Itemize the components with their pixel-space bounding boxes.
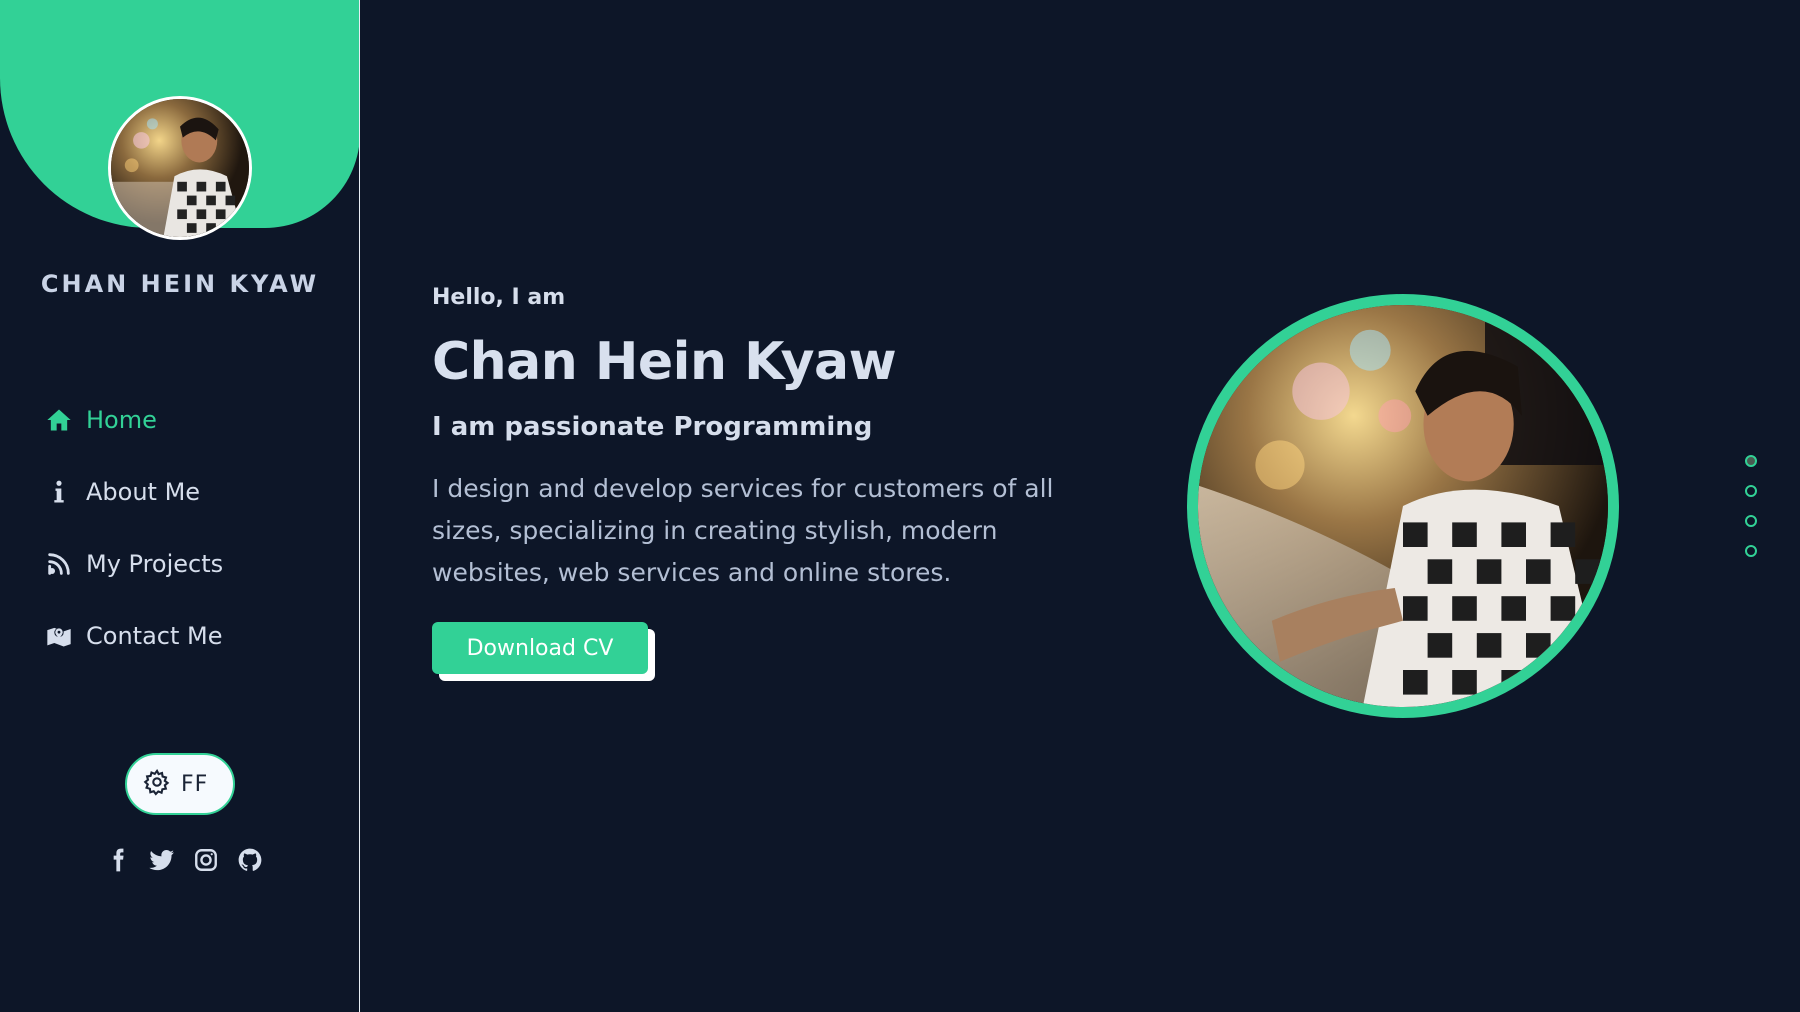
social-links bbox=[104, 846, 264, 874]
sidebar: CHAN HEIN KYAW Home About Me My Projects… bbox=[0, 0, 360, 1012]
download-cv-wrapper: Download CV bbox=[432, 622, 662, 684]
gear-icon bbox=[143, 768, 171, 800]
nav-item-label: My Projects bbox=[86, 550, 224, 578]
download-cv-button[interactable]: Download CV bbox=[432, 622, 648, 674]
main-nav: Home About Me My Projects Contact Me bbox=[44, 384, 334, 672]
info-icon bbox=[44, 477, 74, 507]
blog-icon bbox=[44, 549, 74, 579]
facebook-icon[interactable] bbox=[104, 846, 132, 874]
hero-photo bbox=[1187, 294, 1619, 718]
github-icon[interactable] bbox=[236, 846, 264, 874]
theme-toggle-label: FF bbox=[181, 771, 209, 797]
nav-item-label: Contact Me bbox=[86, 622, 223, 650]
avatar bbox=[108, 96, 252, 240]
theme-toggle[interactable]: FF bbox=[125, 753, 235, 815]
hero-description: I design and develop services for custom… bbox=[432, 474, 1054, 587]
instagram-icon[interactable] bbox=[192, 846, 220, 874]
nav-item-label: Home bbox=[86, 406, 157, 434]
home-icon bbox=[44, 405, 74, 435]
section-pagination bbox=[1745, 455, 1757, 557]
map-icon bbox=[44, 621, 74, 651]
hero-section: Hello, I am Chan Hein Kyaw I am passiona… bbox=[432, 285, 1112, 684]
nav-item-contact[interactable]: Contact Me bbox=[44, 600, 334, 672]
twitter-icon[interactable] bbox=[148, 846, 176, 874]
greeting-text: Hello, I am bbox=[432, 285, 566, 310]
tagline: I am passionate Programming bbox=[432, 412, 873, 442]
nav-item-about[interactable]: About Me bbox=[44, 456, 334, 528]
nav-item-label: About Me bbox=[86, 478, 201, 506]
pagination-dot-2[interactable] bbox=[1745, 485, 1757, 497]
nav-item-projects[interactable]: My Projects bbox=[44, 528, 334, 600]
nav-item-home[interactable]: Home bbox=[44, 384, 334, 456]
site-owner-name: CHAN HEIN KYAW bbox=[40, 270, 320, 298]
hero-name: Chan Hein Kyaw bbox=[432, 332, 897, 392]
pagination-dot-3[interactable] bbox=[1745, 515, 1757, 527]
pagination-dot-1[interactable] bbox=[1745, 455, 1757, 467]
pagination-dot-4[interactable] bbox=[1745, 545, 1757, 557]
portrait-image bbox=[1198, 305, 1608, 707]
avatar-photo bbox=[111, 99, 249, 237]
